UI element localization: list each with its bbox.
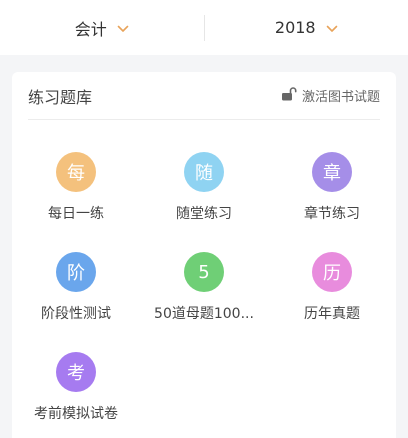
past-exams-icon: 历: [312, 252, 352, 292]
card-header: 练习题库 激活图书试题: [28, 72, 380, 120]
practice-bank-card: 练习题库 激活图书试题 每 每日一练 随 随堂练习 章 章节练习 阶 阶段性测试…: [12, 72, 396, 438]
class-practice-glyph: 随: [195, 163, 213, 184]
grid-item-label: 阶段性测试: [41, 306, 111, 322]
mock-exam-glyph: 考: [67, 363, 85, 384]
stage-test-glyph: 阶: [67, 263, 85, 284]
daily-practice-glyph: 每: [67, 163, 85, 184]
grid-item-label: 50道母题100...: [154, 306, 254, 322]
fifty-questions-icon: 5: [184, 252, 224, 292]
activate-book-questions-link[interactable]: 激活图书试题: [281, 86, 380, 105]
grid-item-class-practice[interactable]: 随 随堂练习: [140, 152, 268, 232]
filter-bar: 会计 2018: [0, 0, 408, 55]
mock-exam-icon: 考: [56, 352, 96, 392]
chevron-down-icon: [326, 18, 338, 37]
grid-item-label: 历年真题: [304, 306, 360, 322]
grid-item-stage-test[interactable]: 阶 阶段性测试: [12, 252, 140, 332]
grid-item-chapter-practice[interactable]: 章 章节练习: [268, 152, 396, 232]
chevron-down-icon: [117, 18, 129, 37]
subject-selector[interactable]: 会计: [0, 0, 204, 55]
daily-practice-icon: 每: [56, 152, 96, 192]
card-title: 练习题库: [28, 87, 93, 107]
chapter-practice-glyph: 章: [323, 163, 341, 184]
grid-item-label: 每日一练: [48, 206, 104, 222]
grid-item-label: 章节练习: [304, 206, 360, 222]
grid-item-mock-exam[interactable]: 考 考前模拟试卷: [12, 352, 140, 432]
past-exams-glyph: 历: [323, 263, 341, 284]
grid-item-label: 随堂练习: [176, 206, 232, 222]
year-selector-label: 2018: [274, 18, 316, 37]
unlock-icon: [281, 86, 297, 105]
grid-item-past-exams[interactable]: 历 历年真题: [268, 252, 396, 332]
grid-item-label: 考前模拟试卷: [34, 406, 118, 422]
subject-selector-label: 会计: [74, 19, 107, 39]
year-selector[interactable]: 2018: [205, 0, 408, 55]
grid-item-fifty-questions[interactable]: 5 50道母题100...: [140, 252, 268, 332]
stage-test-icon: 阶: [56, 252, 96, 292]
fifty-questions-glyph: 5: [198, 261, 210, 283]
class-practice-icon: 随: [184, 152, 224, 192]
chapter-practice-icon: 章: [312, 152, 352, 192]
grid-item-daily-practice[interactable]: 每 每日一练: [12, 152, 140, 232]
activate-link-label: 激活图书试题: [301, 90, 380, 105]
